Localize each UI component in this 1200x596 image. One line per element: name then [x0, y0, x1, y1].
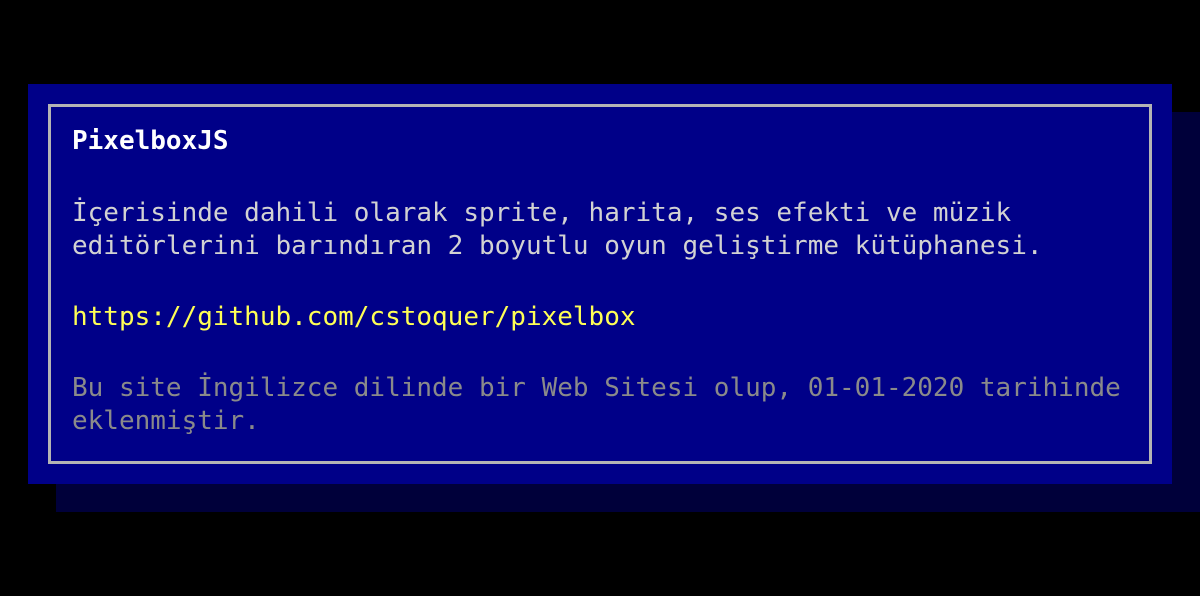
page: PixelboxJS İçerisinde dahili olarak spri… [0, 0, 1200, 596]
info-dialog: PixelboxJS İçerisinde dahili olarak spri… [28, 84, 1172, 484]
dialog-description: İçerisinde dahili olarak sprite, harita,… [72, 198, 1043, 261]
project-link[interactable]: https://github.com/cstoquer/pixelbox [72, 302, 636, 332]
dialog-meta-info: Bu site İngilizce dilinde bir Web Sitesi… [72, 373, 1121, 436]
dialog-title: PixelboxJS [72, 126, 229, 156]
